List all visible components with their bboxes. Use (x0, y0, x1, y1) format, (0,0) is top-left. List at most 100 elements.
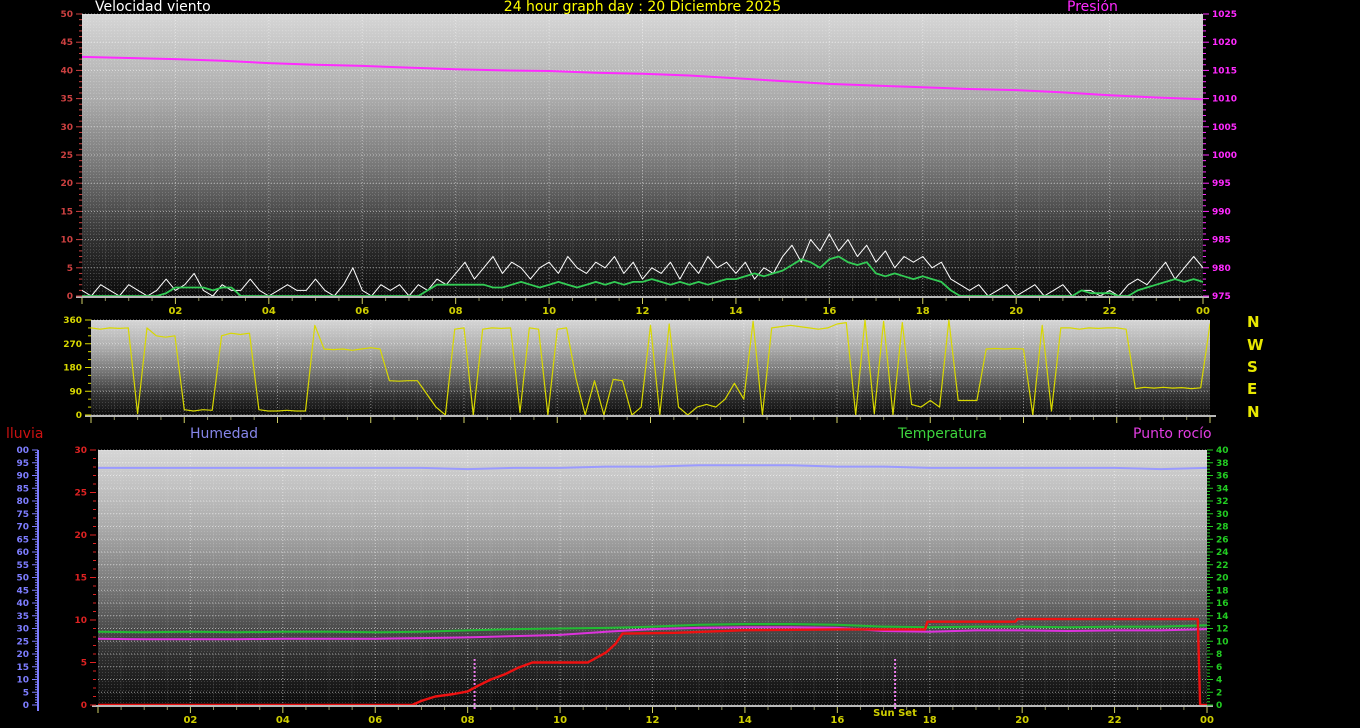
y-tick-label: 10 (1216, 637, 1229, 647)
y-tick-label: 20 (60, 179, 73, 189)
humidity-temperature-rain-chart: 02 04 06 08 10 12 14 16 18 20 22 000510152025303540… (16, 446, 1228, 726)
x-tick-label: 20 (1009, 306, 1023, 317)
y-tick-label: 34 (1216, 484, 1229, 494)
y-tick-label: 35 (16, 612, 29, 622)
y-tick-label: 16 (1216, 599, 1229, 609)
y-tick-label: 1010 (1212, 95, 1237, 105)
x-tick-label: 14 (729, 306, 743, 317)
wind-pressure-chart: 02 04 06 08 10 12 14 16 18 20 22 000510152025303540… (60, 10, 1237, 317)
y-tick-label: 30 (74, 446, 87, 456)
y-tick-label: 2 (1216, 688, 1222, 698)
y-tick-label: 85 (16, 484, 29, 494)
y-tick-label: 00 (16, 446, 29, 456)
x-tick-label: 22 (1108, 715, 1122, 726)
y-tick-label: 15 (60, 207, 73, 217)
compass-letter-n-bottom: N (1247, 403, 1260, 421)
y-tick-label: 1000 (1212, 151, 1237, 161)
y-tick-label: 22 (1216, 561, 1229, 571)
y-tick-label: 14 (1216, 612, 1229, 622)
y-tick-label: 55 (16, 561, 29, 571)
y-tick-label: 45 (60, 38, 73, 48)
x-tick-label: 00 (1196, 306, 1210, 317)
y-tick-label: 50 (16, 574, 29, 584)
y-tick-label: 0 (67, 292, 73, 302)
x-tick-label: 22 (1103, 306, 1117, 317)
dew-point-legend-label: Punto rocío (1133, 426, 1212, 442)
y-tick-label: 6 (1216, 663, 1222, 673)
y-tick-label: 60 (16, 548, 29, 558)
x-tick-label: 18 (923, 715, 937, 726)
y-tick-label: 28 (1216, 523, 1229, 533)
x-tick-label: 06 (368, 715, 382, 726)
y-tick-label: 65 (16, 535, 29, 545)
wind-direction-chart: 0 90 180 270 360 (63, 316, 1216, 423)
x-tick-label: 14 (738, 715, 752, 726)
y-tick-label: 10 (74, 616, 87, 626)
y-tick-label: 990 (1212, 207, 1231, 217)
y-tick-label: 25 (16, 637, 29, 647)
y-tick-label: 0 (81, 701, 87, 711)
y-tick-label: 1025 (1212, 10, 1237, 20)
y-tick-label: 30 (16, 625, 29, 635)
y-tick-label: 36 (1216, 472, 1229, 482)
y-tick-label: 0 (23, 701, 29, 711)
y-tick-label: 24 (1216, 548, 1229, 558)
y-tick-label: 40 (60, 66, 73, 76)
rain-legend-label: lluvia (6, 426, 44, 442)
y-tick-label: 5 (67, 264, 73, 274)
x-tick-label: 06 (355, 306, 369, 317)
x-tick-label: 20 (1015, 715, 1029, 726)
y-tick-label: 995 (1212, 179, 1231, 189)
y-tick-label: 30 (1216, 510, 1229, 520)
y-tick-label: 985 (1212, 236, 1231, 246)
y-tick-label: 30 (60, 123, 73, 133)
page-title: 24 hour graph day : 20 Diciembre 2025 (503, 0, 782, 15)
y-tick-label: 4 (1216, 676, 1222, 686)
y-tick-label: 0 (1216, 701, 1222, 711)
y-tick-label: 95 (16, 459, 29, 469)
compass-letter-e: E (1247, 380, 1258, 398)
x-tick-label: 16 (822, 306, 836, 317)
x-tick-label: 02 (168, 306, 182, 317)
charts-canvas: 02 04 06 08 10 12 14 16 18 20 22 000510152025303540… (16, 10, 1237, 726)
y-tick-label: 5 (81, 659, 87, 669)
temperature-legend-label: Temperatura (898, 426, 987, 442)
x-tick-label: 08 (461, 715, 475, 726)
compass-letter-w: W (1247, 336, 1264, 354)
y-tick-label: 1020 (1212, 38, 1237, 48)
weather-24h-graph-screen: 02 04 06 08 10 12 14 16 18 20 22 00 0 5 10 15 20 25 30 35 40… (0, 0, 1360, 728)
y-tick-label: 8 (1216, 650, 1222, 660)
x-tick-label: 18 (916, 306, 930, 317)
x-tick-label: 00 (1200, 715, 1214, 726)
x-tick-label: 02 (183, 715, 197, 726)
y-tick-label: 20 (16, 650, 29, 660)
y-tick-label: 1015 (1212, 66, 1237, 76)
y-tick-label: 980 (1212, 264, 1231, 274)
x-tick-label: 12 (646, 715, 660, 726)
y-tick-label: 90 (69, 387, 82, 397)
x-tick-label: 10 (542, 306, 556, 317)
y-tick-label: 180 (63, 364, 82, 374)
y-tick-label: 0 (76, 411, 82, 421)
y-tick-label: 12 (1216, 625, 1229, 635)
y-tick-label: 90 (16, 472, 29, 482)
x-tick-label: 10 (553, 715, 567, 726)
sun-set-label: Sun Set (873, 708, 917, 719)
y-tick-label: 80 (16, 497, 29, 507)
y-tick-label: 45 (16, 586, 29, 596)
y-tick-label: 10 (60, 236, 73, 246)
y-tick-label: 975 (1212, 292, 1231, 302)
y-tick-label: 25 (60, 151, 73, 161)
y-tick-label: 20 (74, 531, 87, 541)
y-tick-label: 15 (16, 663, 29, 673)
pressure-title: Presión (1067, 0, 1118, 15)
y-tick-label: 360 (63, 316, 82, 326)
x-tick-label: 04 (276, 715, 290, 726)
y-tick-label: 75 (16, 510, 29, 520)
y-tick-label: 38 (1216, 459, 1229, 469)
x-tick-label: 12 (636, 306, 650, 317)
y-tick-label: 50 (60, 10, 73, 20)
y-tick-label: 70 (16, 523, 29, 533)
compass-letter-s: S (1247, 358, 1258, 376)
y-tick-label: 25 (74, 489, 87, 499)
